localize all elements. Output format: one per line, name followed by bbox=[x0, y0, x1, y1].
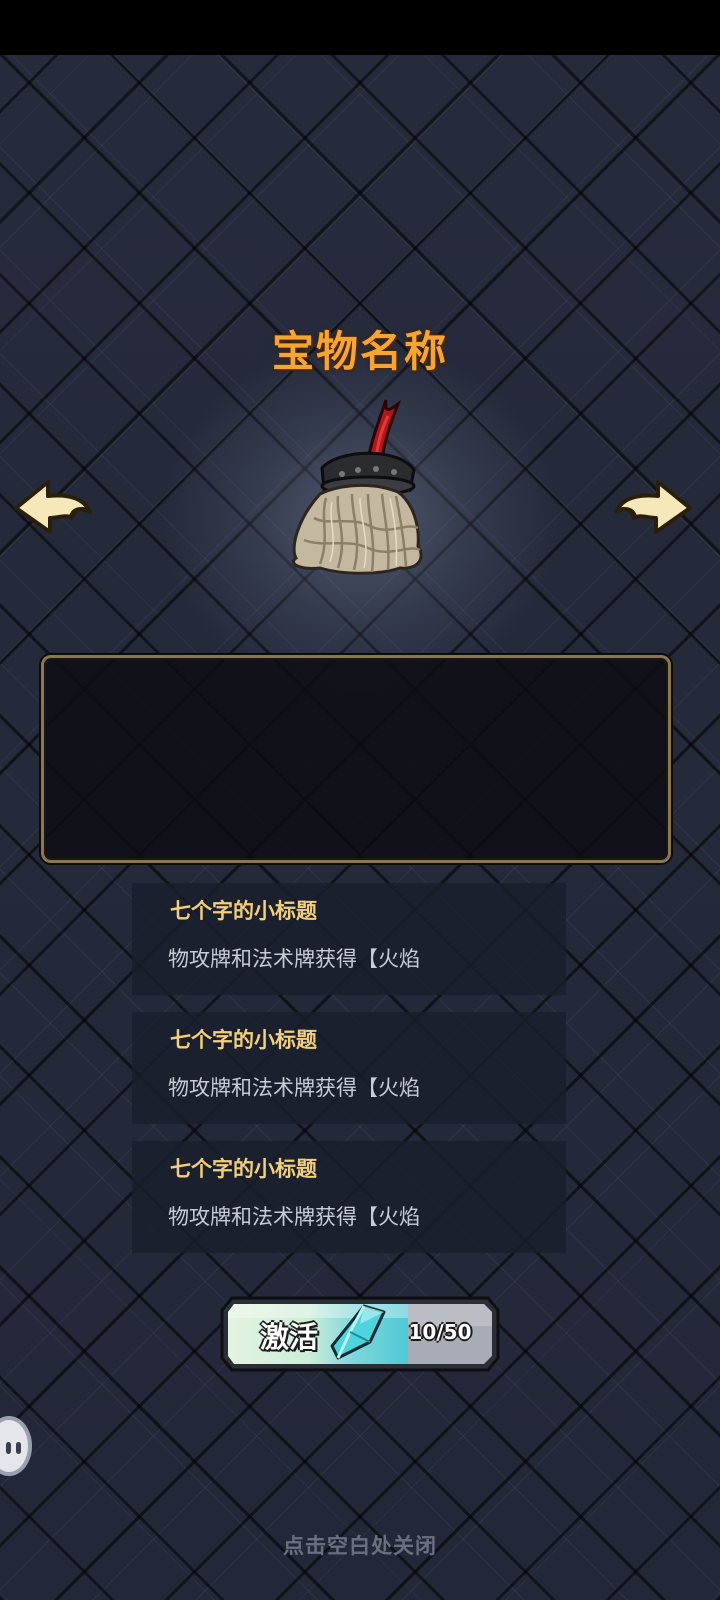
effect-entry-text: 物攻牌和法术牌获得【火焰 bbox=[168, 1205, 420, 1229]
assistant-eye bbox=[16, 1442, 21, 1454]
treasure-detail-screen[interactable]: 宝物名称 七个字的小标题 物攻牌和法术牌获得【火焰 七个字的小标题 物攻牌和法术… bbox=[0, 0, 720, 1600]
treasure-title: 宝物名称 bbox=[271, 327, 448, 376]
left-arrow-icon[interactable] bbox=[12, 478, 94, 536]
assistant-eye bbox=[6, 1442, 11, 1454]
effect-entry: 七个字的小标题 物攻牌和法术牌获得【火焰 bbox=[132, 1141, 566, 1253]
effect-entry-title: 七个字的小标题 bbox=[170, 1028, 317, 1052]
effect-entry: 七个字的小标题 物攻牌和法术牌获得【火焰 bbox=[132, 1012, 566, 1124]
effect-entry-text: 物攻牌和法术牌获得【火焰 bbox=[168, 1076, 420, 1100]
right-arrow-icon[interactable] bbox=[612, 478, 694, 536]
close-hint[interactable]: 点击空白处关闭 bbox=[0, 1530, 720, 1560]
crystal-icon bbox=[330, 1304, 386, 1360]
description-box bbox=[41, 655, 671, 863]
mop-treasure-icon bbox=[292, 399, 423, 575]
effect-entry-text: 物攻牌和法术牌获得【火焰 bbox=[168, 947, 420, 971]
activate-cost: 10/50 bbox=[408, 1320, 472, 1344]
activate-button[interactable]: 激活 10/50 bbox=[220, 1296, 500, 1372]
effect-entry: 七个字的小标题 物攻牌和法术牌获得【火焰 bbox=[132, 883, 566, 995]
activate-label: 激活 bbox=[260, 1320, 319, 1354]
effect-entry-title: 七个字的小标题 bbox=[170, 1157, 317, 1181]
status-bar bbox=[0, 0, 720, 55]
effect-entry-title: 七个字的小标题 bbox=[170, 899, 317, 923]
